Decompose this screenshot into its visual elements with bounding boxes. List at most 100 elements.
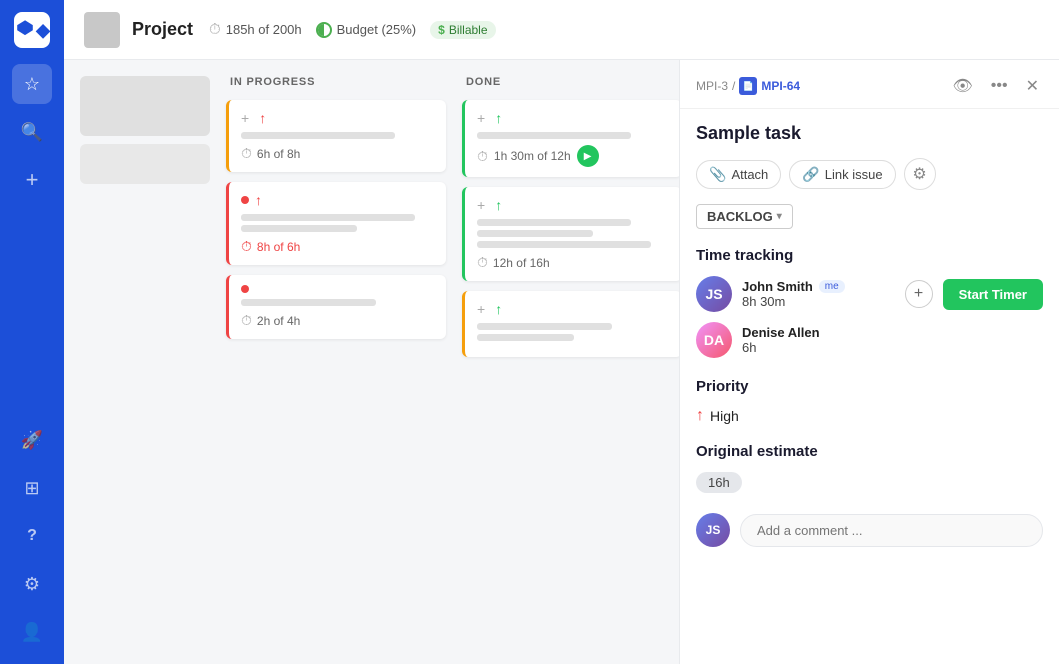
app-logo[interactable]: ◆ (14, 12, 50, 48)
profile-icon: 👤 (21, 622, 43, 643)
avatar-denise: DA (696, 322, 732, 358)
more-options-button[interactable]: ••• (987, 75, 1012, 97)
apps-icon: ⊞ (24, 478, 39, 499)
dot-red-icon (241, 196, 249, 204)
tracker-time: 8h 30m (742, 294, 895, 309)
task-card[interactable]: + ↑ ⏱ 1h 30m of 12h ▶ (462, 100, 679, 177)
budget-circle-icon (316, 22, 332, 38)
tracker-name: John Smith me (742, 279, 895, 294)
card-line (477, 219, 631, 226)
panel-body: Sample task 📎 Attach 🔗 Link issue ⚙ (680, 109, 1059, 664)
plus-icon: + (26, 167, 39, 193)
play-button[interactable]: ▶ (577, 145, 599, 167)
tracker-row-john: JS John Smith me 8h 30m + Start Timer (696, 276, 1043, 312)
start-timer-button[interactable]: Start Timer (943, 279, 1043, 310)
breadcrumb-doc-icon: 📄 (743, 81, 754, 92)
task-card[interactable]: ↑ ⏱ 8h of 6h (226, 182, 446, 265)
sidebar-item-create[interactable]: + (12, 160, 52, 200)
card-time-value: 12h of 16h (493, 256, 550, 270)
card-lines (477, 132, 670, 139)
search-icon: 🔍 (21, 122, 43, 143)
card-actions: + ↑ (477, 110, 670, 126)
breadcrumb-separator: / (732, 79, 735, 93)
priority-arrow-icon: ↑ (495, 197, 502, 213)
tracker-name: Denise Allen (742, 325, 1043, 340)
card-actions: + ↑ (477, 197, 670, 213)
sidebar-item-profile[interactable]: 👤 (12, 612, 52, 652)
avatar-initials: DA (704, 332, 724, 348)
attach-icon: 📎 (709, 166, 726, 183)
card-time: ⏱ 2h of 4h (241, 312, 434, 329)
time-tracking-title: Time tracking (696, 247, 1043, 264)
card-add-icon[interactable]: + (477, 301, 485, 317)
tracker-time: 6h (742, 340, 1043, 355)
avatar-initials: JS (705, 286, 722, 302)
time-tracked-meta: ⏱ 185h of 200h (209, 21, 302, 38)
card-lines (477, 219, 670, 248)
add-tracker-button[interactable]: + (905, 280, 933, 308)
time-tracked-value: 185h of 200h (226, 22, 302, 37)
card-time: ⏱ 1h 30m of 12h ▶ (477, 145, 670, 167)
card-line (477, 323, 612, 330)
breadcrumb-parent: MPI-3 (696, 79, 728, 93)
panel-header: MPI-3 / 📄 MPI-64 👁 ••• ✕ (680, 60, 1059, 109)
sidebar-item-help[interactable]: ? (12, 516, 52, 556)
action-row: 📎 Attach 🔗 Link issue ⚙ (696, 158, 1043, 190)
status-badge[interactable]: BACKLOG ▾ (696, 204, 793, 229)
clock-icon: ⏱ (241, 312, 252, 329)
budget-label: Budget (25%) (337, 22, 417, 37)
sidebar: ◆ ☆ 🔍 + 🚀 ⊞ ? ⚙ 👤 (0, 0, 64, 664)
link-issue-button[interactable]: 🔗 Link issue (789, 160, 895, 189)
view-button[interactable]: 👁 (948, 74, 976, 98)
main-layout: IN PROGRESS + ↑ ⏱ 6h of 8h (0, 60, 1059, 664)
tracker-info-denise: Denise Allen 6h (742, 325, 1043, 355)
card-line (241, 299, 376, 306)
billable-label: Billable (449, 23, 488, 37)
comment-avatar: JS (696, 513, 730, 547)
priority-arrow-icon: ↑ (259, 110, 266, 126)
priority-arrow-icon: ↑ (495, 301, 502, 317)
task-card[interactable]: ⏱ 2h of 4h (226, 275, 446, 339)
card-add-icon[interactable]: + (477, 110, 485, 126)
card-actions: ↑ (241, 192, 434, 208)
card-add-icon[interactable]: + (241, 110, 249, 126)
priority-section: Priority ↑ High (696, 378, 1043, 425)
card-line (477, 132, 631, 139)
settings-button[interactable]: ⚙ (904, 158, 936, 190)
clock-icon: ⏱ (241, 238, 252, 255)
breadcrumb-child: MPI-64 (761, 79, 800, 93)
detail-panel: MPI-3 / 📄 MPI-64 👁 ••• ✕ Sample task (679, 60, 1059, 664)
task-card[interactable]: + ↑ ⏱ 6h of 8h (226, 100, 446, 172)
sidebar-item-apps[interactable]: ⊞ (12, 468, 52, 508)
in-progress-col-header: IN PROGRESS (226, 76, 446, 88)
kanban-board: IN PROGRESS + ↑ ⏱ 6h of 8h (64, 60, 679, 664)
task-title: Sample task (696, 123, 1043, 144)
clock-icon: ⏱ (477, 148, 488, 165)
kanban-column-done: DONE + ↑ ⏱ 1h 30m of 12h ▶ (462, 76, 679, 648)
close-button[interactable]: ✕ (1022, 74, 1043, 98)
sidebar-item-favorites[interactable]: ☆ (12, 64, 52, 104)
link-icon: 🔗 (802, 166, 819, 183)
priority-title: Priority (696, 378, 1043, 395)
card-line (477, 230, 593, 237)
priority-arrow-icon: ↑ (255, 192, 262, 208)
status-label: BACKLOG (707, 209, 773, 224)
user-name: Denise Allen (742, 325, 820, 340)
card-actions (241, 285, 434, 293)
star-icon: ☆ (24, 74, 40, 95)
estimate-section: Original estimate 16h (696, 443, 1043, 493)
card-add-icon[interactable]: + (477, 197, 485, 213)
task-card[interactable]: + ↑ (462, 291, 679, 357)
card-line (477, 334, 574, 341)
task-card[interactable]: + ↑ ⏱ 12h of 16h (462, 187, 679, 281)
sidebar-item-search[interactable]: 🔍 (12, 112, 52, 152)
comment-input[interactable] (740, 514, 1043, 547)
comment-section: JS (696, 513, 1043, 547)
content-area: IN PROGRESS + ↑ ⏱ 6h of 8h (64, 60, 1059, 664)
sidebar-item-notifications[interactable]: 🚀 (12, 420, 52, 460)
attach-button[interactable]: 📎 Attach (696, 160, 781, 189)
priority-high-arrow-icon: ↑ (696, 407, 704, 425)
panel-header-actions: 👁 ••• ✕ (948, 74, 1043, 98)
gear-icon: ⚙ (24, 574, 40, 595)
sidebar-item-settings[interactable]: ⚙ (12, 564, 52, 604)
